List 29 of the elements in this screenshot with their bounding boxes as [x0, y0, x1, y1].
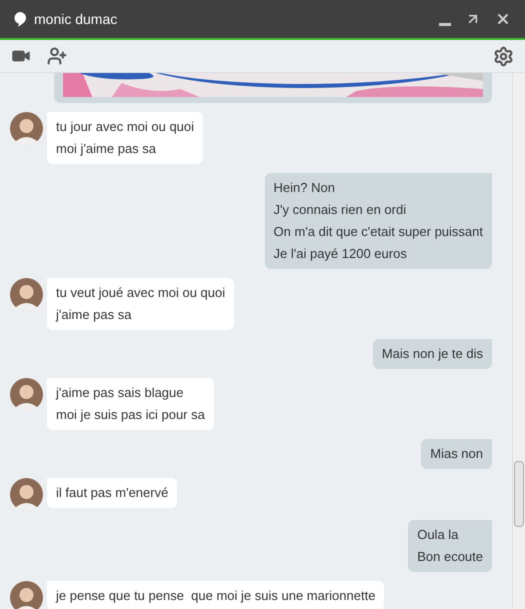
message-text: moi j'aime pas sa [56, 140, 158, 158]
scrollbar[interactable] [512, 73, 525, 609]
message-text: Oula la [417, 526, 460, 544]
settings-icon [493, 46, 514, 66]
message-text: j'aime pas sa [56, 306, 132, 324]
message-text: J'y connais rien en ordi [274, 201, 408, 219]
message-text: Mais non je te dis [382, 345, 483, 363]
avatar [10, 112, 43, 145]
settings-button[interactable] [493, 46, 514, 66]
speech-bubble-icon [14, 12, 26, 26]
message-text: tu veut joué avec moi ou quoi [56, 284, 226, 302]
window-title: monic dumac [34, 10, 118, 28]
close-icon [495, 11, 511, 27]
message-text: Hein? Non [274, 179, 336, 197]
message-text: Bon ecoute [417, 548, 483, 566]
message-text: moi je suis pas ici pour sa [56, 406, 205, 424]
add-person-icon [47, 46, 67, 66]
avatar [10, 378, 43, 411]
minimize-icon [439, 22, 451, 26]
message-text: il faut pas m'enervé [56, 484, 168, 502]
message-text: tu jour avec moi ou quoi [56, 118, 194, 136]
avatar [10, 478, 43, 511]
avatar [10, 278, 43, 311]
message-text: Mias non [430, 445, 483, 463]
message-text: On m'a dit que c'etait super puissant [274, 223, 483, 241]
message-text: je pense que tu pense que moi je suis une marionnette [56, 587, 376, 605]
message-text: Je l'ai payé 1200 euros [274, 245, 408, 263]
add-person-button[interactable] [47, 46, 67, 66]
message-text: j'aime pas sais blague [56, 384, 184, 402]
